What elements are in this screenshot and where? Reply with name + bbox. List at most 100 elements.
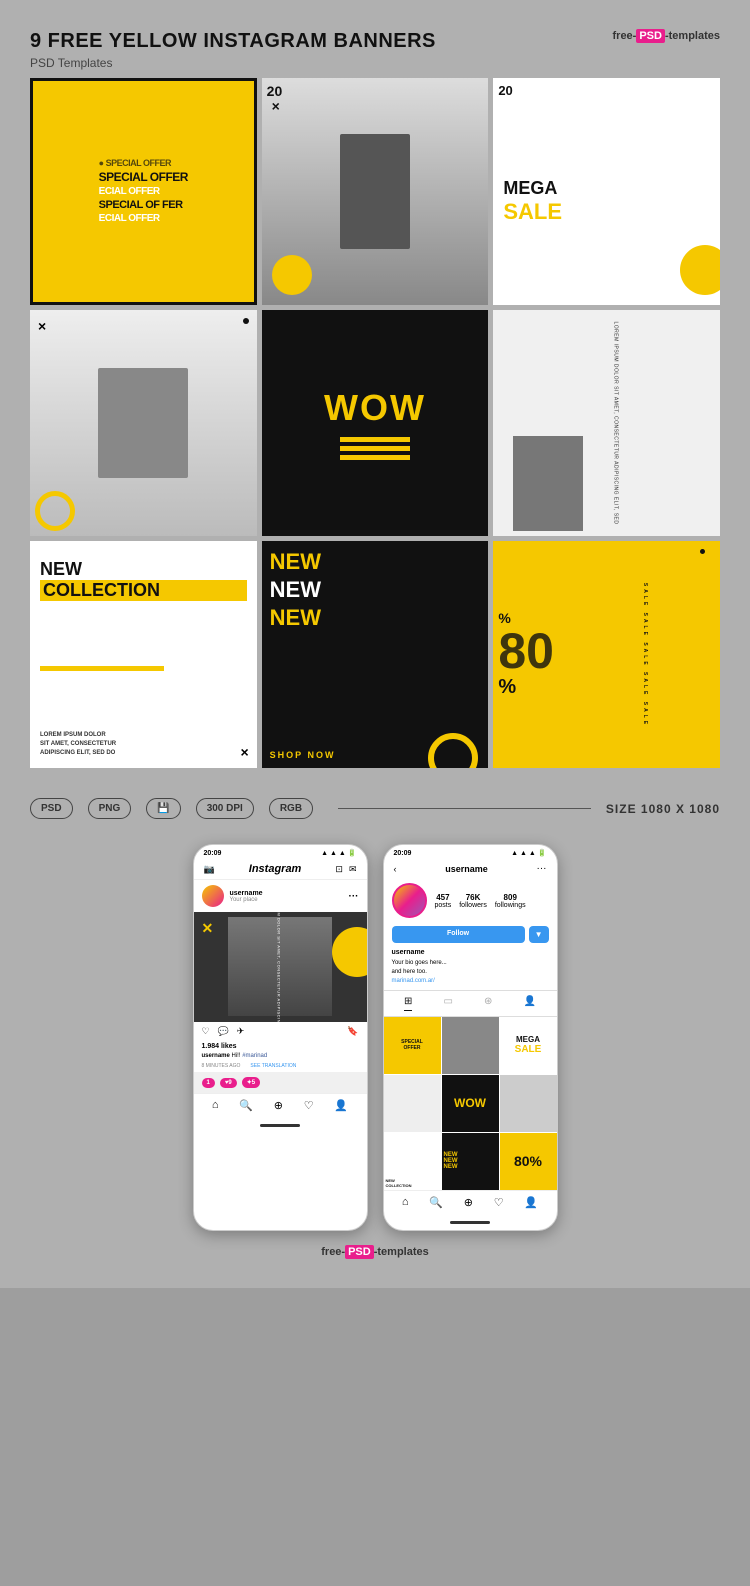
tab-person-icon[interactable]: 👤	[524, 996, 536, 1011]
phone2-signal: ▲ ▲ ▲ 🔋	[511, 849, 546, 857]
follow-button[interactable]: Follow	[392, 926, 525, 943]
banner5-line2	[340, 446, 410, 451]
banner4-person	[98, 368, 188, 478]
nav2-profile-icon[interactable]: 👤	[524, 1196, 538, 1209]
camera-icon[interactable]: 📷	[204, 864, 215, 875]
banner4-dot	[243, 318, 249, 324]
phone1-nav: ⌂ 🔍 ⊕ ♡ 👤	[194, 1093, 367, 1120]
banner-new-shop: NEW NEW NEW SHOP NOW	[262, 541, 489, 768]
thumb3-mega: MEGA	[516, 1035, 540, 1044]
format-section: PSD PNG 💾 300 DPI RGB SIZE 1080 X 1080	[30, 788, 720, 829]
post-yellow-circle	[332, 927, 367, 977]
banner7-x: ×	[240, 744, 248, 760]
banner8-new1: NEW	[270, 549, 481, 575]
nav2-heart-icon[interactable]: ♡	[494, 1196, 504, 1209]
banner5-line3	[340, 455, 410, 460]
banner7-lorem: LOREM IPSUM DOLORSIT AMET, CONSECTETURAD…	[40, 731, 247, 758]
phone1-header-icons: ⊡ ✉	[335, 864, 356, 875]
comment-icon[interactable]: 💬	[218, 1026, 229, 1037]
offer-line-3: ECIAL OFFER	[99, 186, 188, 197]
phone2-tabs: ⊞ ▭ ⊛ 👤	[384, 990, 557, 1017]
banner6-side-text: LOREM IPSUM DOLOR SIT AMET, CONSECTETUR …	[613, 322, 619, 525]
post-x-mark: ✕	[202, 920, 214, 937]
phone2-follow-row: Follow ▼	[384, 923, 557, 946]
caption-text: Hi!!	[232, 1053, 243, 1059]
phone1-status-bar: 20:09 ▲ ▲ ▲ 🔋	[194, 845, 367, 859]
nav2-search-icon[interactable]: 🔍	[429, 1196, 443, 1209]
banner3-mega: MEGA	[503, 178, 557, 199]
share-icon[interactable]: ⊡	[335, 864, 343, 875]
nav-profile-icon[interactable]: 👤	[334, 1099, 348, 1112]
thumb-4	[384, 1075, 441, 1132]
page-header: 9 FREE YELLOW INSTAGRAM BANNERS PSD Temp…	[30, 30, 720, 70]
thumb7-text: NEWCOLLECTION	[386, 1178, 439, 1188]
phone2-avatar	[392, 883, 427, 918]
nav-home-icon[interactable]: ⌂	[212, 1099, 219, 1112]
banner2-yellow-circle	[272, 255, 312, 295]
banner3-num: 20	[498, 83, 512, 98]
stat-posts-num: 457	[436, 893, 449, 902]
nav-search-icon[interactable]: 🔍	[239, 1099, 253, 1112]
heart-icon[interactable]: ♡	[202, 1026, 210, 1037]
banner8-new-stack: NEW NEW NEW	[270, 549, 481, 631]
phone1-more-icon[interactable]: ···	[349, 891, 359, 902]
banner5-lines	[340, 437, 410, 460]
thumb-3: MEGA SALE	[500, 1017, 557, 1074]
banner-new-collection: NEW COLLECTION LOREM IPSUM DOLORSIT AMET…	[30, 541, 257, 768]
offer-text-block: ● SPECIAL OFFER SPECIAL OFFER ECIAL OFFE…	[99, 158, 188, 224]
format-divider	[338, 808, 591, 809]
phone2-profile: 457 posts 76K followers 809 followings	[384, 878, 557, 923]
nav-add-icon[interactable]: ⊕	[274, 1099, 283, 1112]
header-logo: free-PSD-templates	[613, 30, 721, 42]
bio-link[interactable]: marinad.com.ar/	[392, 977, 549, 986]
stat-posts-label: posts	[435, 902, 452, 909]
thumb5-wow: WOW	[454, 1096, 486, 1110]
phone1-ig-header: 📷 Instagram ⊡ ✉	[194, 859, 367, 880]
share-icon-2[interactable]: ✈	[237, 1026, 245, 1037]
banner3-sale: SALE	[503, 199, 562, 225]
tab-grid-icon[interactable]: ⊞	[404, 996, 412, 1011]
back-icon[interactable]: ‹	[394, 864, 397, 874]
time-ago: 8 MINUTES AGO	[202, 1063, 241, 1069]
phone1-home-bar	[260, 1124, 300, 1127]
see-translation[interactable]: SEE TRANSLATION	[250, 1063, 296, 1069]
thumb-7: NEWCOLLECTION	[384, 1133, 441, 1190]
follow-dropdown-icon[interactable]: ▼	[529, 926, 549, 943]
banner9-percent-bottom: %	[498, 676, 516, 699]
phone1-caption: username Hi!! #marinad	[194, 1052, 367, 1062]
banner7-yellow-bar	[40, 666, 164, 671]
nav2-add-icon[interactable]: ⊕	[464, 1196, 473, 1209]
phone1-user-info: username Your place	[230, 890, 263, 903]
caption-username: username	[202, 1053, 232, 1059]
format-dpi: 300 DPI	[196, 798, 254, 819]
offer-line-4: SPECIAL OF FER	[99, 199, 188, 211]
thumb-1: SPECIALOFFER	[384, 1017, 441, 1074]
phone1-place: Your place	[230, 897, 263, 903]
nav2-home-icon[interactable]: ⌂	[402, 1196, 409, 1209]
banner8-new3: NEW	[270, 605, 481, 631]
phone1-post-image: ✕ LOREM IPSUM DOLOR SIT AMET, CONSECTETU…	[194, 912, 367, 1022]
bookmark-icon[interactable]: 🔖	[347, 1026, 358, 1037]
tab-list-icon[interactable]: ▭	[444, 996, 453, 1011]
format-rgb: RGB	[269, 798, 313, 819]
format-save-icon: 💾	[146, 798, 180, 819]
phone1-app-name: Instagram	[249, 863, 302, 875]
tab-tag-icon[interactable]: ⊛	[484, 996, 492, 1011]
message-icon[interactable]: ✉	[349, 864, 357, 875]
banner5-wow: WOW	[324, 387, 426, 429]
banner6-person	[513, 436, 583, 531]
banner-fashion-photo: 20 ×	[262, 78, 489, 305]
banner4-x: ×	[38, 318, 46, 334]
header-left: 9 FREE YELLOW INSTAGRAM BANNERS PSD Temp…	[30, 30, 436, 70]
banner-mega-sale: 20 MEGA SALE	[493, 78, 720, 305]
offer-line-5: ECIAL OFFER	[99, 213, 188, 224]
thumb-9: 80%	[500, 1133, 557, 1190]
banner-wow: WOW	[262, 310, 489, 537]
phone1-mockup: 20:09 ▲ ▲ ▲ 🔋 📷 Instagram ⊡ ✉ username Y…	[193, 844, 368, 1231]
phone2-more-icon[interactable]: ···	[537, 863, 547, 874]
page-title: 9 FREE YELLOW INSTAGRAM BANNERS	[30, 30, 436, 53]
phone1-time-row: 8 MINUTES AGO SEE TRANSLATION	[194, 1062, 367, 1072]
phone2-status-bar: 20:09 ▲ ▲ ▲ 🔋	[384, 845, 557, 859]
nav-heart-icon[interactable]: ♡	[304, 1099, 314, 1112]
thumb1-text: SPECIALOFFER	[401, 1039, 423, 1051]
